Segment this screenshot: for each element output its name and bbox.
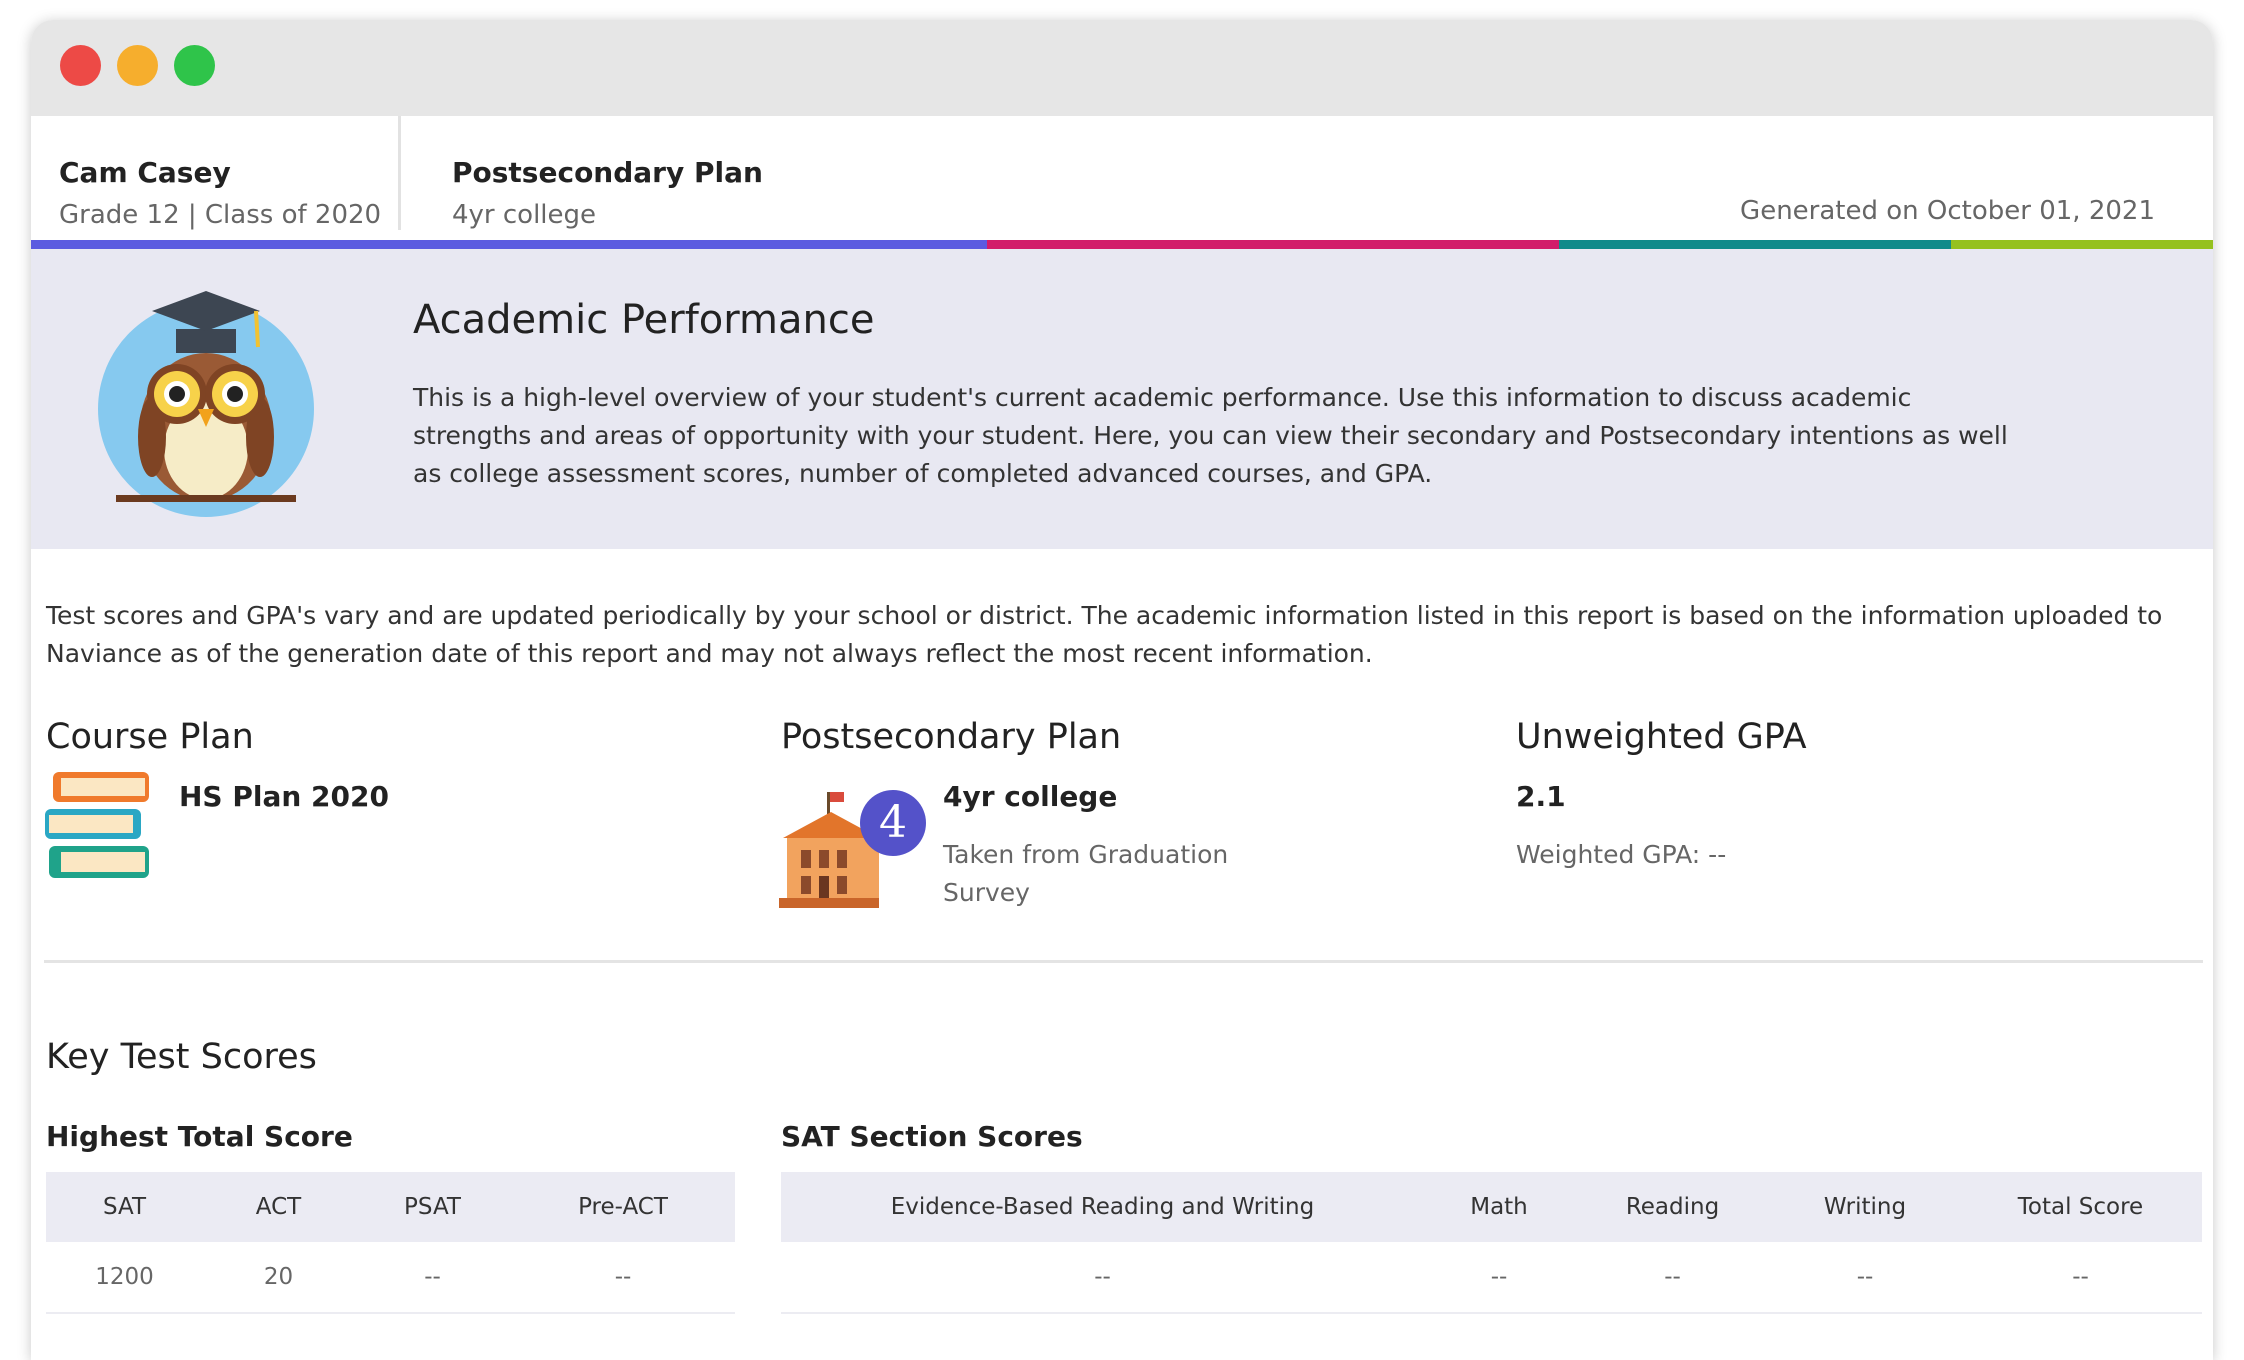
accent-segment-teal [1559,240,1951,249]
academic-performance-banner: Academic Performance This is a high-leve… [31,249,2213,549]
col-header-total-score: Total Score [1959,1172,2202,1242]
sat-section-scores-table: Evidence-Based Reading and Writing Math … [781,1172,2202,1314]
report-header: Cam Casey Grade 12 | Class of 2020 Posts… [31,116,2213,260]
postsecondary-source: Taken from Graduation Survey [943,840,1229,907]
col-header-writing: Writing [1771,1172,1959,1242]
plan-number-badge: 4 [860,790,926,856]
banner-title: Academic Performance [413,297,875,343]
books-icon [45,772,149,878]
banner-description: This is a high-level overview of your st… [413,383,2008,488]
table-row: 1200 20 -- -- [46,1242,735,1314]
writing-score: -- [1771,1242,1959,1314]
pre-act-score: -- [511,1242,735,1314]
ebrw-score: -- [781,1242,1424,1314]
accent-segment-green [1951,240,2213,249]
col-header-psat: PSAT [354,1172,511,1242]
unweighted-gpa-value: 2.1 [1516,780,1566,813]
student-name: Cam Casey [59,156,231,189]
highest-total-score-table: SAT ACT PSAT Pre-ACT 1200 20 -- -- [46,1172,735,1314]
sat-section-scores-title: SAT Section Scores [781,1120,1083,1153]
col-header-ebrw: Evidence-Based Reading and Writing [781,1172,1424,1242]
total-score: -- [1959,1242,2202,1314]
col-header-sat: SAT [46,1172,203,1242]
math-score: -- [1424,1242,1574,1314]
section-divider [44,960,2203,963]
minimize-window-button[interactable] [117,45,158,86]
act-score: 20 [203,1242,354,1314]
col-header-reading: Reading [1574,1172,1771,1242]
maximize-window-button[interactable] [174,45,215,86]
table-header-row: SAT ACT PSAT Pre-ACT [46,1172,735,1242]
col-header-math: Math [1424,1172,1574,1242]
postsecondary-plan-title: Postsecondary Plan [781,717,1122,757]
header-plan-value: 4yr college [452,200,597,230]
data-notice: Test scores and GPA's vary and are updat… [46,601,2163,668]
table-header-row: Evidence-Based Reading and Writing Math … [781,1172,2202,1242]
col-header-pre-act: Pre-ACT [511,1172,735,1242]
weighted-gpa: Weighted GPA: -- [1516,840,1727,869]
accent-segment-purple [31,240,987,249]
table-row: -- -- -- -- -- [781,1242,2202,1314]
header-plan-title: Postsecondary Plan [452,156,763,189]
col-header-act: ACT [203,1172,354,1242]
psat-score: -- [354,1242,511,1314]
header-divider [398,116,401,230]
accent-color-bar [31,240,2213,249]
close-window-button[interactable] [60,45,101,86]
course-plan-value: HS Plan 2020 [179,780,389,813]
highest-total-score-title: Highest Total Score [46,1120,353,1153]
report-window: Cam Casey Grade 12 | Class of 2020 Posts… [31,20,2213,1360]
key-test-scores-title: Key Test Scores [46,1037,317,1077]
postsecondary-plan-value: 4yr college [943,780,1118,813]
accent-segment-magenta [987,240,1559,249]
sat-score: 1200 [46,1242,203,1314]
course-plan-title: Course Plan [46,717,254,757]
title-bar [31,20,2213,116]
reading-score: -- [1574,1242,1771,1314]
student-grade: Grade 12 | Class of 2020 [59,200,382,230]
unweighted-gpa-title: Unweighted GPA [1516,717,1807,757]
generated-date: Generated on October 01, 2021 [1740,196,2155,226]
graduate-owl-icon [98,291,314,517]
